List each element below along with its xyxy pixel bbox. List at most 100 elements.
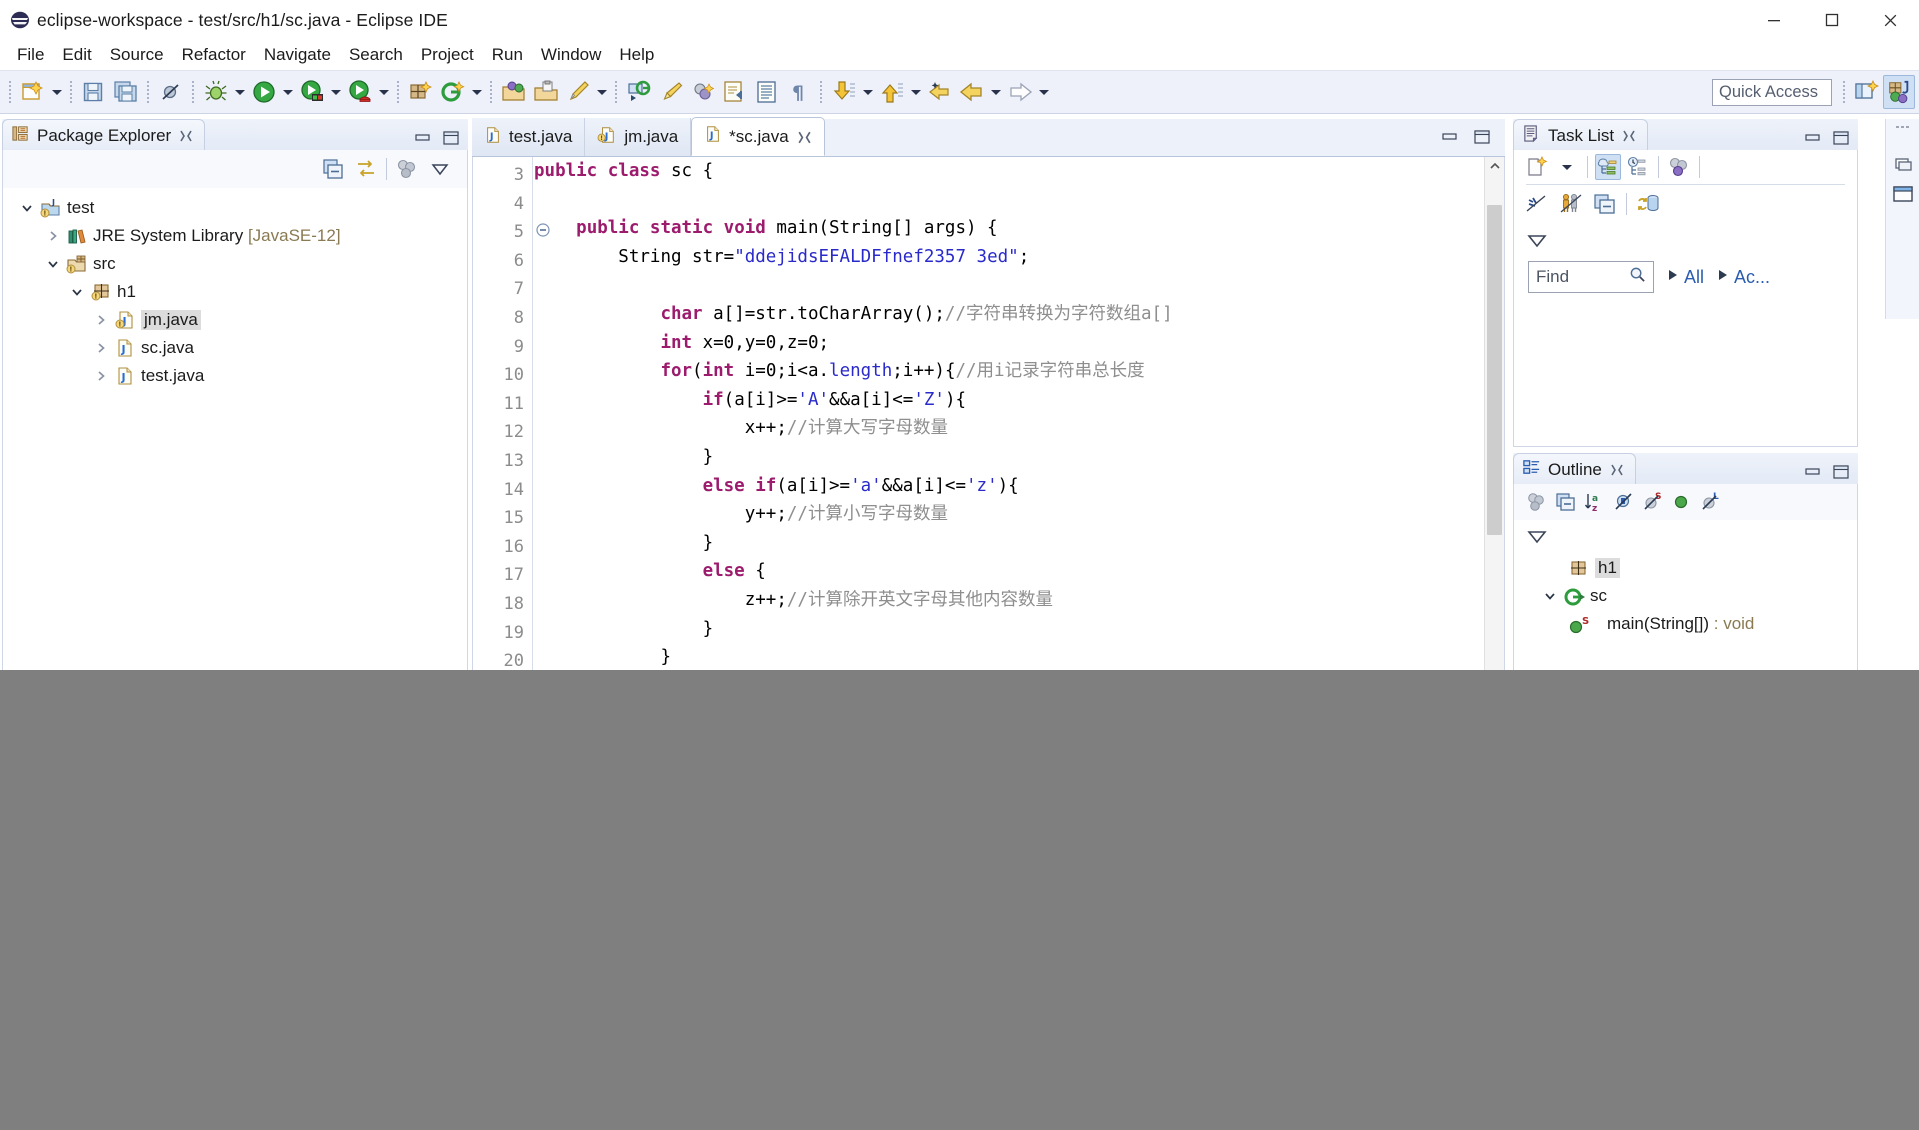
minimize-view-icon[interactable] [414, 131, 432, 150]
run-dropdown-arrow[interactable] [280, 75, 296, 109]
toolbar-grip-3[interactable] [145, 80, 152, 104]
toolbar-grip-9[interactable] [1841, 80, 1848, 104]
view-menu-icon[interactable] [427, 156, 453, 182]
close-view-icon[interactable] [178, 128, 194, 144]
open-task-icon[interactable] [530, 75, 562, 109]
new-class-dropdown-arrow[interactable] [469, 75, 485, 109]
menu-run[interactable]: Run [483, 43, 532, 67]
toolbar-grip-7[interactable] [613, 80, 620, 104]
tab-outline[interactable]: Outline [1513, 453, 1636, 485]
tree-item-h1[interactable]: ! h1 [11, 278, 467, 306]
menu-search[interactable]: Search [340, 43, 412, 67]
close-view-icon-task-list[interactable] [1621, 128, 1637, 144]
menu-refactor[interactable]: Refactor [173, 43, 255, 67]
run-icon[interactable] [248, 75, 280, 109]
forward-icon[interactable] [1004, 75, 1036, 109]
chevron-right-icon-test[interactable] [93, 368, 109, 384]
chevron-down-icon[interactable] [19, 200, 35, 216]
minimize-view-icon-outline[interactable] [1804, 465, 1822, 484]
chevron-right-icon-sc[interactable] [93, 340, 109, 356]
tree-item-src[interactable]: ! src [11, 250, 467, 278]
hide-fields-icon[interactable] [1611, 489, 1637, 515]
scroll-up-arrow-icon[interactable] [1485, 157, 1504, 175]
hide-static-icon[interactable]: S [1640, 489, 1666, 515]
coverage-dropdown-arrow[interactable] [376, 75, 392, 109]
new-java-class-icon[interactable] [437, 75, 469, 109]
close-icon[interactable] [1861, 0, 1919, 40]
save-all-icon[interactable] [110, 75, 142, 109]
menu-navigate[interactable]: Navigate [255, 43, 340, 67]
editor-tab-sc-java[interactable]: J *sc.java [691, 117, 825, 156]
forward-dropdown-arrow[interactable] [1036, 75, 1052, 109]
close-icon-editor-tab[interactable] [796, 129, 812, 145]
show-ui-legend-icon[interactable] [1558, 191, 1584, 217]
collapse-all-icon[interactable] [320, 156, 346, 182]
restore-icon[interactable] [1886, 119, 1919, 149]
menu-file[interactable]: File [8, 43, 53, 67]
filter-activate[interactable]: Ac... [1716, 267, 1770, 288]
search-repository-icon[interactable] [623, 75, 655, 109]
maximize-editor-icon[interactable] [1473, 129, 1491, 150]
run-external-tools-icon[interactable] [296, 75, 328, 109]
find-input[interactable]: Find [1528, 261, 1654, 293]
open-type-icon[interactable] [498, 75, 530, 109]
show-whitespace-icon[interactable] [751, 75, 783, 109]
quick-access-input[interactable]: Quick Access [1712, 78, 1832, 106]
categorized-presentation-icon[interactable] [1595, 154, 1621, 180]
tree-item-jm-java[interactable]: J ! jm.java [11, 306, 467, 334]
minimize-editor-icon[interactable] [1441, 130, 1459, 149]
open-repository-task-icon[interactable] [1635, 191, 1661, 217]
task-list-fastview-icon[interactable] [1886, 149, 1919, 179]
view-menu-filters-icon[interactable] [394, 156, 420, 182]
focus-on-workweek-icon[interactable] [1524, 191, 1550, 217]
outline-item-main[interactable]: S main(String[]) : void [1522, 610, 1857, 638]
focus-on-active-task-icon[interactable] [1524, 489, 1550, 515]
chevron-down-icon-outline-sc[interactable] [1542, 588, 1558, 604]
debug-dropdown-arrow[interactable] [232, 75, 248, 109]
outline-fastview-icon[interactable] [1886, 179, 1919, 209]
maximize-view-icon-outline[interactable] [1832, 464, 1850, 485]
toolbar-grip[interactable] [7, 80, 14, 104]
back-icon[interactable] [956, 75, 988, 109]
minimize-icon[interactable] [1745, 0, 1803, 40]
collapse-all-icon-task[interactable] [1592, 191, 1618, 217]
back-dropdown-arrow[interactable] [988, 75, 1004, 109]
java-perspective-icon[interactable] [1883, 75, 1915, 109]
search-icon[interactable] [1629, 266, 1646, 288]
maximize-view-icon[interactable] [442, 130, 460, 151]
external-tools-dropdown-arrow[interactable] [328, 75, 344, 109]
view-menu-icon-outline[interactable] [1524, 523, 1550, 549]
tree-item-sc-java[interactable]: J sc.java [11, 334, 467, 362]
menu-project[interactable]: Project [412, 43, 483, 67]
toolbar-grip-8[interactable] [818, 80, 825, 104]
filter-all[interactable]: All [1666, 267, 1704, 288]
previous-edit-icon[interactable] [876, 75, 908, 109]
debug-icon[interactable] [200, 75, 232, 109]
maximize-icon[interactable] [1803, 0, 1861, 40]
coverage-icon[interactable] [344, 75, 376, 109]
new-wizard-icon[interactable] [17, 75, 49, 109]
chevron-down-icon-src[interactable] [45, 256, 61, 272]
new-task-dropdown-arrow-tasklist[interactable] [1554, 154, 1580, 180]
editor-tab-test-java[interactable]: J test.java [472, 118, 586, 156]
maximize-view-icon-task-list[interactable] [1832, 130, 1850, 151]
new-task-dropdown-arrow[interactable] [594, 75, 610, 109]
tab-package-explorer[interactable]: Package Explorer [2, 119, 206, 151]
hide-local-types-icon[interactable]: L [1698, 489, 1724, 515]
menu-help[interactable]: Help [610, 43, 663, 67]
synchronize-changed-icon[interactable] [1666, 154, 1692, 180]
highlight-icon[interactable] [655, 75, 687, 109]
menu-source[interactable]: Source [101, 43, 173, 67]
new-task-icon-tasklist[interactable] [1524, 154, 1550, 180]
chevron-right-icon-jm[interactable] [93, 312, 109, 328]
save-icon[interactable] [78, 75, 110, 109]
toolbar-grip-4[interactable] [190, 80, 197, 104]
tree-item-jre-system-library[interactable]: JRE System Library [JavaSE-12] [11, 222, 467, 250]
previous-edit-dropdown-arrow[interactable] [908, 75, 924, 109]
hide-non-public-icon[interactable] [1669, 489, 1695, 515]
new-task-icon[interactable] [562, 75, 594, 109]
build-icon[interactable] [687, 75, 719, 109]
editor-tab-jm-java[interactable]: J ! jm.java [585, 118, 692, 156]
menu-edit[interactable]: Edit [53, 43, 100, 67]
close-view-icon-outline[interactable] [1609, 462, 1625, 478]
